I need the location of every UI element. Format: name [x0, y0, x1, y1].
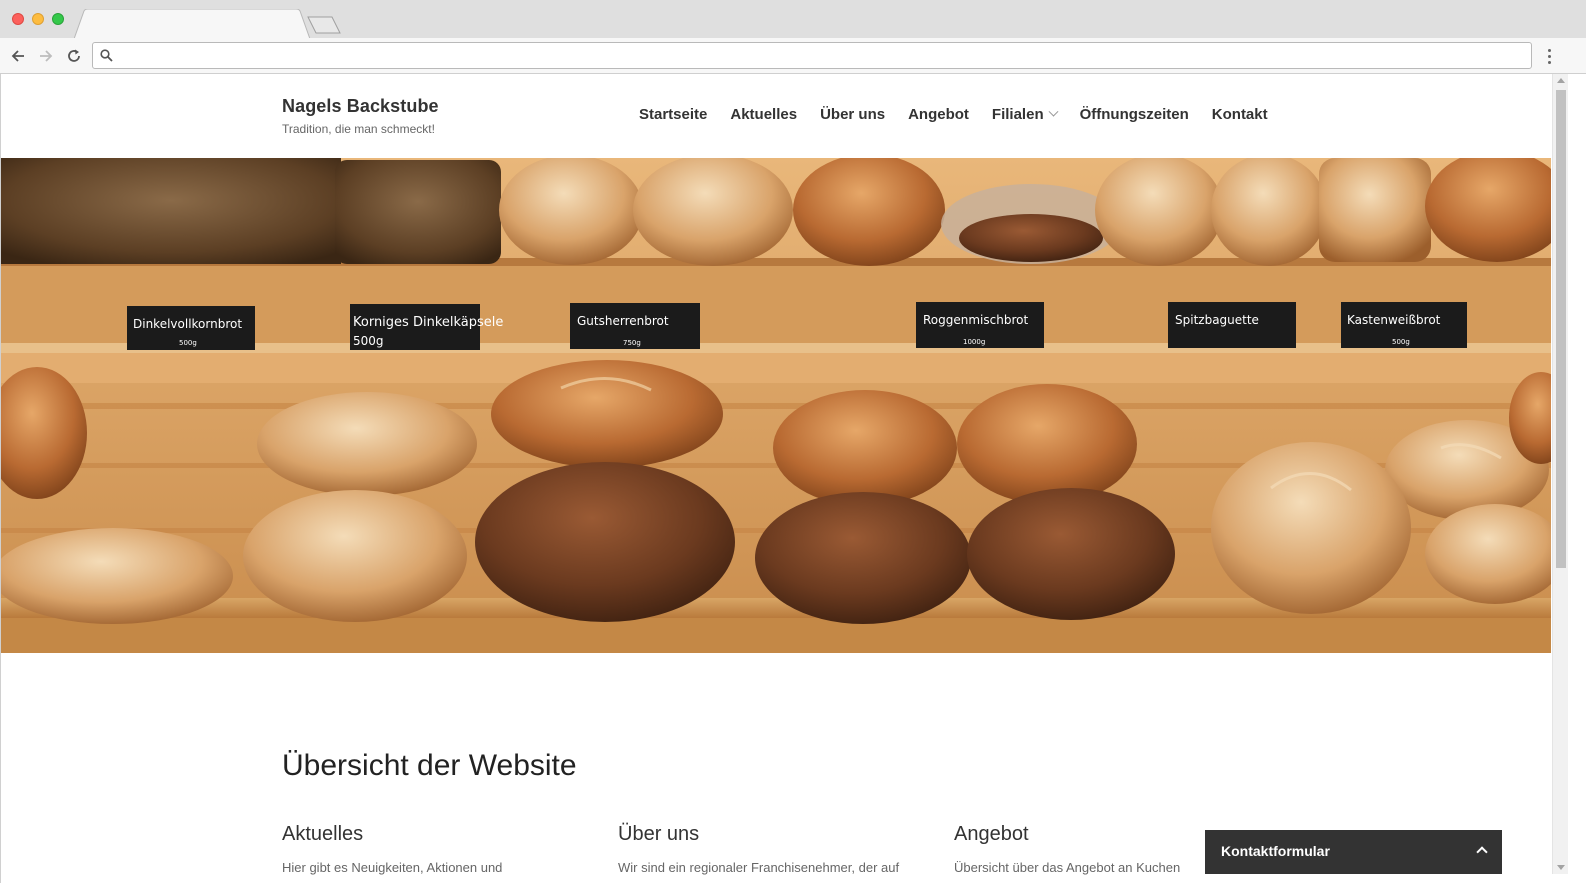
page-scrollbar[interactable] [1552, 74, 1568, 874]
nav-item-startseite[interactable]: Startseite [639, 106, 707, 123]
new-tab-button[interactable] [306, 16, 342, 34]
chevron-down-icon [1048, 106, 1059, 117]
nav-label: Öffnungszeiten [1079, 106, 1189, 123]
overview-column-aktuelles: Aktuelles Hier gibt es Neuigkeiten, Akti… [282, 823, 582, 875]
svg-text:750g: 750g [623, 339, 641, 347]
main-navigation: Startseite Aktuelles Über uns Angebot Fi… [639, 106, 1268, 123]
site-header: Nagels Backstube Tradition, die man schm… [1, 74, 1552, 158]
page-viewport: Nagels Backstube Tradition, die man schm… [0, 74, 1586, 883]
nav-label: Aktuelles [730, 106, 798, 123]
column-heading[interactable]: Über uns [618, 823, 918, 846]
nav-item-oeffnungszeiten[interactable]: Öffnungszeiten [1080, 106, 1189, 123]
overview-column-ueber-uns: Über uns Wir sind ein regionaler Franchi… [618, 823, 918, 875]
nav-label: Angebot [908, 106, 969, 123]
site-title[interactable]: Nagels Backstube [282, 96, 439, 117]
minimize-window-button[interactable] [32, 13, 44, 25]
nav-item-filialen[interactable]: Filialen [991, 106, 1059, 123]
contact-form-label: Kontaktformular [1221, 843, 1330, 859]
svg-text:500g: 500g [353, 334, 384, 348]
nav-item-aktuelles[interactable]: Aktuelles [730, 106, 797, 123]
reload-icon[interactable] [64, 46, 84, 66]
scrollbar-thumb[interactable] [1556, 90, 1566, 568]
nav-label: Startseite [639, 106, 708, 123]
overview-title: Übersicht der Website [282, 749, 577, 782]
nav-item-angebot[interactable]: Angebot [908, 106, 969, 123]
search-icon [100, 49, 113, 67]
sign-text: Dinkelvollkornbrot [133, 317, 242, 331]
window-edge [1568, 74, 1586, 883]
forward-arrow-icon[interactable] [36, 46, 56, 66]
scroll-down-icon[interactable] [1557, 865, 1565, 870]
column-text: Hier gibt es Neuigkeiten, Aktionen und [282, 860, 503, 875]
close-window-button[interactable] [12, 13, 24, 25]
browser-tab-strip [0, 0, 1586, 40]
contact-form-widget[interactable]: Kontaktformular [1205, 830, 1502, 874]
back-arrow-icon[interactable] [8, 46, 28, 66]
svg-text:Spitzbaguette: Spitzbaguette [1175, 313, 1259, 327]
browser-tab[interactable] [73, 8, 314, 40]
nav-label: Filialen [991, 106, 1044, 123]
column-heading[interactable]: Aktuelles [282, 823, 582, 846]
nav-label: Über uns [820, 106, 886, 123]
chevron-up-icon[interactable] [1476, 846, 1488, 858]
nav-item-kontakt[interactable]: Kontakt [1212, 106, 1268, 123]
svg-text:500g: 500g [1392, 338, 1410, 346]
svg-text:Kastenweißbrot: Kastenweißbrot [1347, 313, 1441, 327]
url-input[interactable] [121, 45, 1521, 66]
svg-text:500g: 500g [179, 339, 197, 347]
svg-text:Gutsherrenbrot: Gutsherrenbrot [577, 314, 669, 328]
browser-toolbar [0, 38, 1586, 74]
hero-image: Dinkelvollkornbrot 500g Korniges Dinkelk… [1, 158, 1551, 653]
menu-dots-icon[interactable] [1540, 46, 1558, 66]
nav-label: Kontakt [1211, 106, 1268, 123]
svg-text:Roggenmischbrot: Roggenmischbrot [923, 313, 1028, 327]
svg-text:Korniges Dinkelkäpsele: Korniges Dinkelkäpsele [353, 315, 503, 330]
nav-item-ueber-uns[interactable]: Über uns [820, 106, 885, 123]
scroll-up-icon[interactable] [1557, 78, 1565, 83]
maximize-window-button[interactable] [52, 13, 64, 25]
site-tagline: Tradition, die man schmeckt! [282, 122, 435, 136]
svg-text:1000g: 1000g [963, 338, 985, 346]
address-bar[interactable] [92, 42, 1532, 69]
column-text: Wir sind ein regionaler Franchisenehmer,… [618, 860, 900, 875]
